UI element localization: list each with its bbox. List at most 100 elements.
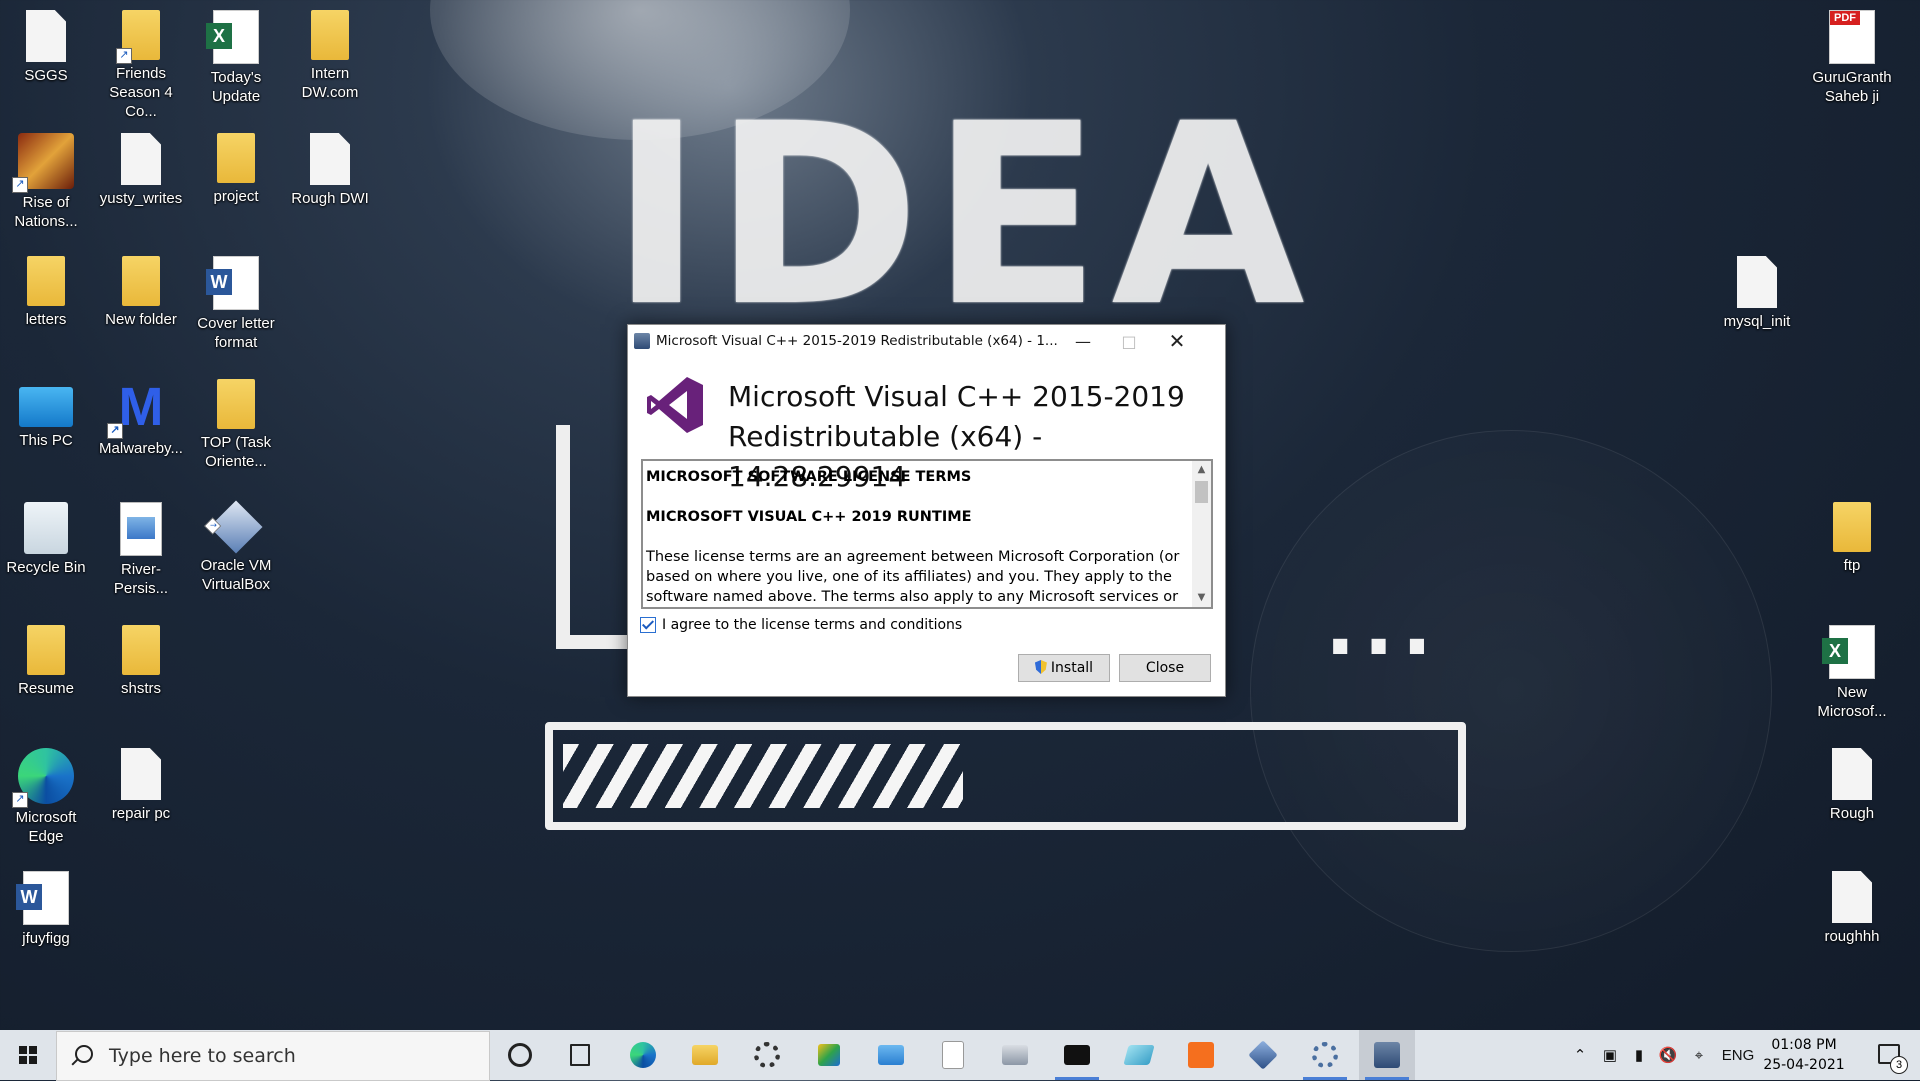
folder-icon bbox=[311, 10, 349, 60]
desktop-icon-6-left[interactable]: project bbox=[190, 127, 282, 206]
dialog-title: Microsoft Visual C++ 2015-2019 Redistrib… bbox=[656, 333, 1058, 349]
desktop-icon-label: yusty_writes bbox=[99, 190, 183, 207]
3d-box-icon[interactable] bbox=[1235, 1030, 1291, 1080]
language-indicator[interactable]: ENG bbox=[1718, 1030, 1758, 1080]
desktop-icon-3-right[interactable]: X New Microsof... bbox=[1806, 619, 1898, 721]
scroll-thumb[interactable] bbox=[1195, 481, 1208, 503]
system-settings-icon[interactable] bbox=[1297, 1030, 1353, 1080]
desktop-icon-19-left[interactable]: ↗ Microsoft Edge bbox=[0, 742, 92, 846]
shortcut-arrow-icon: ↗ bbox=[12, 792, 28, 808]
desktop-icon-7-left[interactable]: Rough DWI bbox=[284, 127, 376, 208]
folder-icon bbox=[122, 625, 160, 675]
desktop-icon-label: Resume bbox=[18, 680, 74, 697]
desktop-icon-label: Microsoft Edge bbox=[15, 809, 77, 845]
desktop-icon-16-left[interactable]: ↗ Oracle VM VirtualBox bbox=[190, 496, 282, 594]
close-window-button[interactable]: ✕ bbox=[1154, 325, 1200, 358]
file-explorer-icon[interactable] bbox=[677, 1030, 733, 1080]
desktop-icon-11-left[interactable]: This PC bbox=[0, 373, 92, 450]
desktop-icon-2-right[interactable]: ftp bbox=[1806, 496, 1898, 575]
desktop-icon-label: project bbox=[213, 188, 259, 205]
image-icon bbox=[120, 502, 162, 556]
desktop-icon-label: Malwareby... bbox=[99, 440, 183, 457]
agree-row[interactable]: I agree to the license terms and conditi… bbox=[640, 617, 962, 633]
desktop-icon-20-left[interactable]: repair pc bbox=[95, 742, 187, 823]
edge-taskbar-icon[interactable] bbox=[615, 1030, 671, 1080]
wifi-icon[interactable]: ⌖ bbox=[1686, 1030, 1712, 1080]
license-text-box[interactable]: MICROSOFT SOFTWARE LICENSE TERMS MICROSO… bbox=[641, 459, 1213, 609]
start-button[interactable] bbox=[0, 1030, 56, 1080]
install-button[interactable]: Install bbox=[1018, 654, 1110, 682]
battery-icon[interactable]: ▮ bbox=[1626, 1030, 1652, 1080]
folder-icon bbox=[122, 256, 160, 306]
dialog-titlebar[interactable]: Microsoft Visual C++ 2015-2019 Redistrib… bbox=[628, 325, 1225, 358]
folder-icon: ↗ bbox=[116, 10, 160, 64]
license-scrollbar[interactable]: ▲ ▼ bbox=[1192, 461, 1211, 607]
desktop-icon-5-left[interactable]: yusty_writes bbox=[95, 127, 187, 208]
agree-checkbox[interactable] bbox=[640, 617, 656, 633]
license-body: These license terms are an agreement bet… bbox=[646, 549, 1180, 605]
desktop-icon-label: TOP (Task Oriente... bbox=[200, 434, 272, 470]
desktop-icon-13-left[interactable]: TOP (Task Oriente... bbox=[190, 373, 282, 471]
desktop-icon-0-right[interactable]: PDF GuruGranth Saheb ji bbox=[1806, 4, 1898, 106]
file-icon bbox=[1832, 748, 1872, 800]
file-icon bbox=[121, 748, 161, 800]
minimize-button[interactable]: — bbox=[1060, 325, 1106, 358]
virtualbox-manager-icon[interactable] bbox=[1111, 1030, 1167, 1080]
system-clock[interactable]: 01:08 PM 25-04-2021 bbox=[1760, 1035, 1848, 1075]
license-heading: MICROSOFT SOFTWARE LICENSE TERMS bbox=[646, 469, 972, 485]
file-icon bbox=[26, 10, 66, 62]
desktop-icon-2-left[interactable]: X Today's Update bbox=[190, 4, 282, 106]
close-button[interactable]: Close bbox=[1119, 654, 1211, 682]
desktop-icon-17-left[interactable]: Resume bbox=[0, 619, 92, 698]
desktop-icon-8-left[interactable]: letters bbox=[0, 250, 92, 329]
desktop-icon-18-left[interactable]: shstrs bbox=[95, 619, 187, 698]
file-icon bbox=[121, 133, 161, 185]
cortana-icon[interactable] bbox=[492, 1030, 548, 1080]
notification-count-badge: 3 bbox=[1890, 1056, 1908, 1074]
desktop-icon-0-left[interactable]: SGGS bbox=[0, 4, 92, 85]
terminal-icon[interactable] bbox=[1049, 1030, 1105, 1080]
desktop-icon-4-right[interactable]: Rough bbox=[1806, 742, 1898, 823]
python-file-icon[interactable] bbox=[925, 1030, 981, 1080]
settings-gear-icon[interactable] bbox=[739, 1030, 795, 1080]
wallpaper-idea-art: IDEA bbox=[610, 70, 1315, 361]
desktop-icon-9-left[interactable]: New folder bbox=[95, 250, 187, 329]
desktop-icon-5-right[interactable]: roughhh bbox=[1806, 865, 1898, 946]
photos-icon[interactable] bbox=[987, 1030, 1043, 1080]
desktop-icon-label: jfuyfigg bbox=[22, 930, 70, 947]
agree-label[interactable]: I agree to the license terms and conditi… bbox=[662, 617, 962, 633]
desktop-icon-label: Recycle Bin bbox=[6, 559, 86, 576]
desktop-icon-3-left[interactable]: Intern DW.com bbox=[284, 4, 376, 102]
shortcut-arrow-icon: ↗ bbox=[116, 48, 132, 64]
wallpaper-progress-art bbox=[545, 722, 1466, 830]
clock-date: 25-04-2021 bbox=[1763, 1057, 1845, 1073]
volume-muted-icon[interactable]: 🔇 bbox=[1656, 1030, 1680, 1080]
desktop-icon-10-left[interactable]: W Cover letter format bbox=[190, 250, 282, 352]
file-icon bbox=[310, 133, 350, 185]
notification-center-button[interactable]: 3 bbox=[1862, 1030, 1912, 1080]
recycle-icon bbox=[24, 502, 68, 554]
windows-logo-icon bbox=[19, 1046, 37, 1064]
scroll-up-icon[interactable]: ▲ bbox=[1192, 461, 1211, 479]
task-view-icon[interactable] bbox=[552, 1030, 608, 1080]
desktop-icon-14-left[interactable]: Recycle Bin bbox=[0, 496, 92, 577]
control-panel-icon[interactable] bbox=[863, 1030, 919, 1080]
snipping-tool-icon[interactable] bbox=[801, 1030, 857, 1080]
desktop-icon-1-left[interactable]: ↗ Friends Season 4 Co... bbox=[95, 4, 187, 121]
folder-icon bbox=[217, 379, 255, 429]
desktop-icon-1-right[interactable]: mysql_init bbox=[1711, 250, 1803, 331]
scroll-down-icon[interactable]: ▼ bbox=[1192, 589, 1211, 607]
show-hidden-icons-chevron-icon[interactable]: ⌃ bbox=[1568, 1030, 1592, 1080]
desktop-icon-12-left[interactable]: M ↗ Malwareby... bbox=[95, 373, 187, 458]
taskbar-search[interactable]: Type here to search bbox=[56, 1031, 490, 1081]
file-icon bbox=[1832, 871, 1872, 923]
installer-taskbar-icon[interactable] bbox=[1359, 1030, 1415, 1080]
desktop-icon-21-left[interactable]: Wjfuyfigg bbox=[0, 865, 92, 948]
desktop-icon-label: roughhh bbox=[1824, 928, 1880, 945]
wallpaper-dots-art: ... bbox=[1325, 580, 1441, 673]
game-icon: ↗ bbox=[12, 133, 74, 193]
desktop-icon-15-left[interactable]: River-Persis... bbox=[95, 496, 187, 598]
device-icon[interactable]: ▣ bbox=[1598, 1030, 1622, 1080]
desktop-icon-4-left[interactable]: ↗ Rise of Nations... bbox=[0, 127, 92, 231]
xampp-icon[interactable] bbox=[1173, 1030, 1229, 1080]
